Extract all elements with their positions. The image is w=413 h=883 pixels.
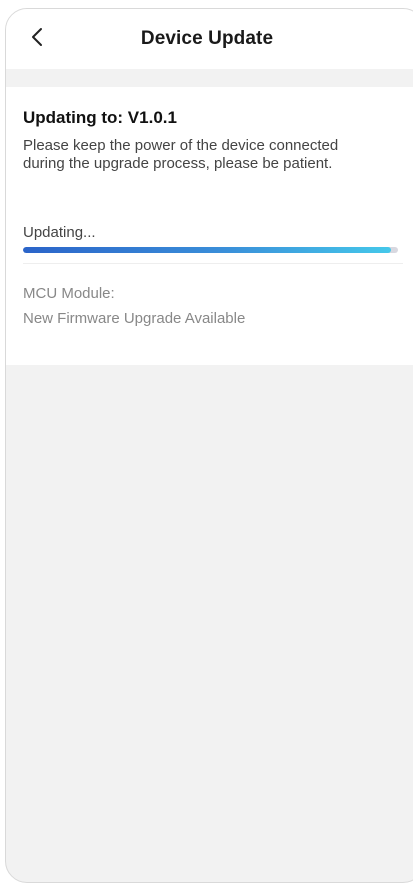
device-update-screen: Device Update Updating to: V1.0.1 Please… (5, 8, 413, 883)
progress-bar-fill (23, 247, 391, 253)
update-card: Updating to: V1.0.1 Please keep the powe… (6, 87, 413, 365)
module-status-text: New Firmware Upgrade Available (23, 310, 246, 327)
progress-bar (23, 247, 398, 253)
nav-bar: Device Update (6, 9, 413, 69)
update-notice-text: Please keep the power of the device conn… (23, 137, 339, 172)
update-status-label: Updating... (23, 224, 96, 241)
divider (23, 263, 403, 264)
module-name-label: MCU Module: (23, 285, 115, 302)
section-separator (6, 69, 413, 87)
page-title: Device Update (140, 28, 274, 49)
target-version-title: Updating to: V1.0.1 (23, 108, 177, 127)
